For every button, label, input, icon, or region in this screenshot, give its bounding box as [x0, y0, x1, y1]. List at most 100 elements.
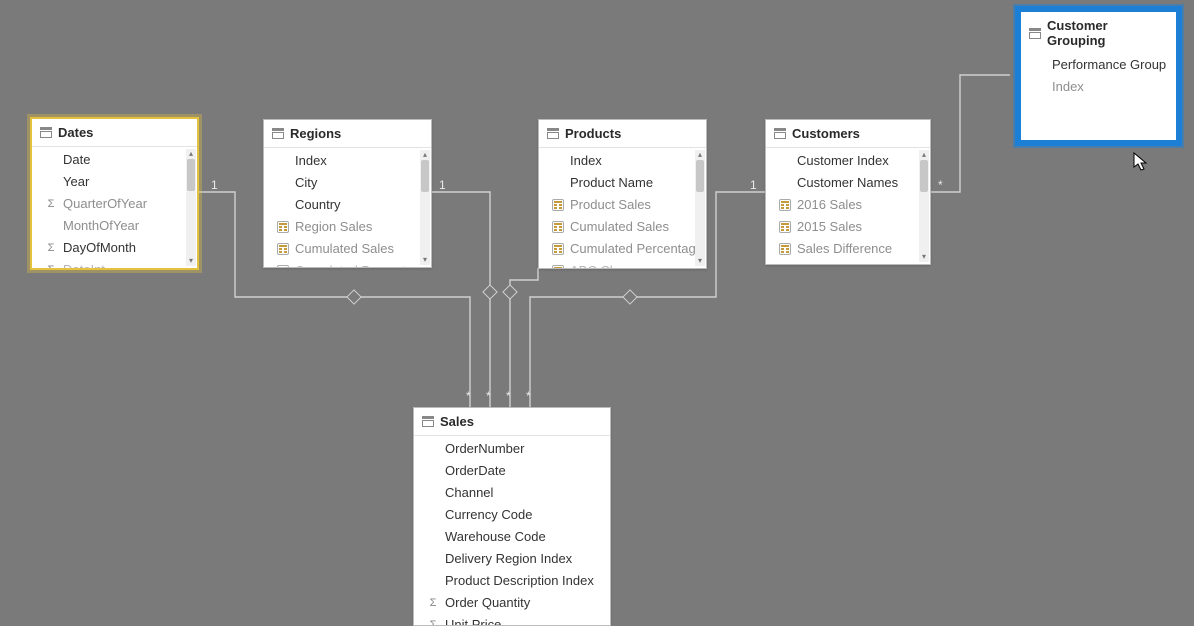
field-label: Date [63, 152, 90, 168]
field-row[interactable]: Date [32, 149, 197, 171]
field-row[interactable]: Channel [414, 482, 610, 504]
field-label: MonthOfYear [63, 218, 139, 234]
field-row[interactable]: Cumulated Percentag [264, 260, 431, 267]
field-row[interactable]: Product Description Index [414, 570, 610, 592]
field-label: Cumulated Percentag [570, 241, 696, 257]
cardinality-many: * [938, 178, 943, 192]
table-regions[interactable]: Regions IndexCity Country Region Sales Cumu… [263, 119, 432, 268]
table-header[interactable]: Customer Grouping [1021, 12, 1176, 50]
field-row[interactable]: Cumulated Sales [264, 238, 431, 260]
field-label: Delivery Region Index [445, 551, 572, 567]
field-row[interactable]: OrderNumber [414, 438, 610, 460]
sigma-icon [426, 617, 440, 625]
field-label: OrderDate [445, 463, 506, 479]
sigma-icon [44, 196, 58, 212]
model-canvas[interactable]: { "tables": { "dates": { "title": "Dates… [0, 0, 1194, 626]
table-icon [547, 128, 559, 139]
scroll-up-icon[interactable]: ▴ [695, 150, 705, 160]
field-row[interactable]: Product Name [539, 172, 706, 194]
field-row[interactable]: Order Quantity [414, 592, 610, 614]
field-row[interactable]: Performance Group [1021, 54, 1176, 76]
field-label: DayOfMonth [63, 240, 136, 256]
field-row[interactable]: City [264, 172, 431, 194]
scrollbar[interactable]: ▴ ▾ [186, 149, 196, 266]
field-label: Currency Code [445, 507, 532, 523]
field-row[interactable]: Index [1021, 76, 1176, 98]
field-row[interactable]: Unit Price [414, 614, 610, 625]
field-list[interactable]: Customer Index Customer Names 2016 Sales20… [766, 148, 930, 264]
field-row[interactable]: Cumulated Sales [539, 216, 706, 238]
table-header[interactable]: Regions [264, 120, 431, 148]
field-row[interactable]: 2015 Sales [766, 216, 930, 238]
scroll-down-icon[interactable]: ▾ [919, 252, 929, 262]
sigma-icon [44, 262, 58, 268]
scroll-thumb[interactable] [920, 160, 928, 192]
field-list[interactable]: IndexProduct NameProduct Sales Cumulated … [539, 148, 706, 268]
cardinality-one: 1 [750, 178, 757, 192]
field-label: Cumulated Sales [295, 241, 394, 257]
calculator-icon [778, 199, 792, 211]
field-label: Index [1052, 79, 1084, 95]
scrollbar[interactable]: ▴ ▾ [919, 150, 929, 262]
table-title: Dates [58, 125, 93, 140]
field-row[interactable]: Index [539, 150, 706, 172]
calculator-icon [276, 221, 290, 233]
field-row[interactable]: Year [32, 171, 197, 193]
field-row[interactable]: Index [264, 150, 431, 172]
field-label: Year [63, 174, 89, 190]
field-row[interactable]: ABC Class [539, 260, 706, 268]
table-sales[interactable]: Sales OrderNumber OrderDate Channel Currenc… [413, 407, 611, 626]
scroll-down-icon[interactable]: ▾ [420, 255, 430, 265]
scroll-up-icon[interactable]: ▴ [420, 150, 430, 160]
table-header[interactable]: Products [539, 120, 706, 148]
field-row[interactable]: Customer Names [766, 172, 930, 194]
field-row[interactable]: DateInt [32, 259, 197, 268]
table-icon [1029, 28, 1041, 39]
table-header[interactable]: Dates [32, 119, 197, 147]
field-row[interactable]: OrderDate [414, 460, 610, 482]
cardinality-many: * [526, 389, 531, 403]
field-list[interactable]: Performance Group Index [1021, 50, 1176, 140]
scroll-thumb[interactable] [696, 160, 704, 192]
scroll-up-icon[interactable]: ▴ [919, 150, 929, 160]
scroll-down-icon[interactable]: ▾ [186, 256, 196, 266]
field-row[interactable]: DayOfMonth [32, 237, 197, 259]
field-row[interactable]: Warehouse Code [414, 526, 610, 548]
field-row[interactable]: MonthOfYear [32, 215, 197, 237]
field-label: Channel [445, 485, 493, 501]
scroll-thumb[interactable] [421, 160, 429, 192]
field-label: Cumulated Sales [570, 219, 669, 235]
table-customers[interactable]: Customers Customer Index Customer Names 20… [765, 119, 931, 265]
table-products[interactable]: Products IndexProduct NameProduct Sales C… [538, 119, 707, 269]
calculator-icon [276, 243, 290, 255]
calculator-icon [778, 243, 792, 255]
field-label: Customer Index [797, 153, 889, 169]
scroll-down-icon[interactable]: ▾ [695, 256, 705, 266]
scrollbar[interactable]: ▴ ▾ [420, 150, 430, 265]
field-row[interactable]: Product Sales [539, 194, 706, 216]
field-row[interactable]: Cumulated Percentag [539, 238, 706, 260]
table-customer-grouping[interactable]: Customer Grouping Performance Group Index [1015, 6, 1182, 146]
field-label: Customer Names [797, 175, 898, 191]
scrollbar[interactable]: ▴ ▾ [695, 150, 705, 266]
field-list[interactable]: IndexCity Country Region Sales Cumulated Sa… [264, 148, 431, 267]
field-list[interactable]: OrderNumber OrderDate Channel Currency Code… [414, 436, 610, 625]
table-title: Regions [290, 126, 341, 141]
field-row[interactable]: Currency Code [414, 504, 610, 526]
field-row[interactable]: Delivery Region Index [414, 548, 610, 570]
scroll-up-icon[interactable]: ▴ [186, 149, 196, 159]
field-row[interactable]: 2016 Sales [766, 194, 930, 216]
table-header[interactable]: Customers [766, 120, 930, 148]
field-row[interactable]: Customer Index [766, 150, 930, 172]
mouse-cursor-icon [1133, 152, 1149, 172]
field-label: Country [295, 197, 341, 213]
field-row[interactable]: Sales Difference [766, 238, 930, 260]
table-header[interactable]: Sales [414, 408, 610, 436]
field-row[interactable]: Country [264, 194, 431, 216]
sigma-icon [44, 240, 58, 256]
scroll-thumb[interactable] [187, 159, 195, 191]
field-list[interactable]: Date Year QuarterOfYear MonthOfYear DayOfMon… [32, 147, 197, 268]
field-row[interactable]: QuarterOfYear [32, 193, 197, 215]
field-row[interactable]: Region Sales [264, 216, 431, 238]
table-dates[interactable]: Dates DateYearQuarterOfYearMonthOfYearDa… [30, 117, 199, 270]
